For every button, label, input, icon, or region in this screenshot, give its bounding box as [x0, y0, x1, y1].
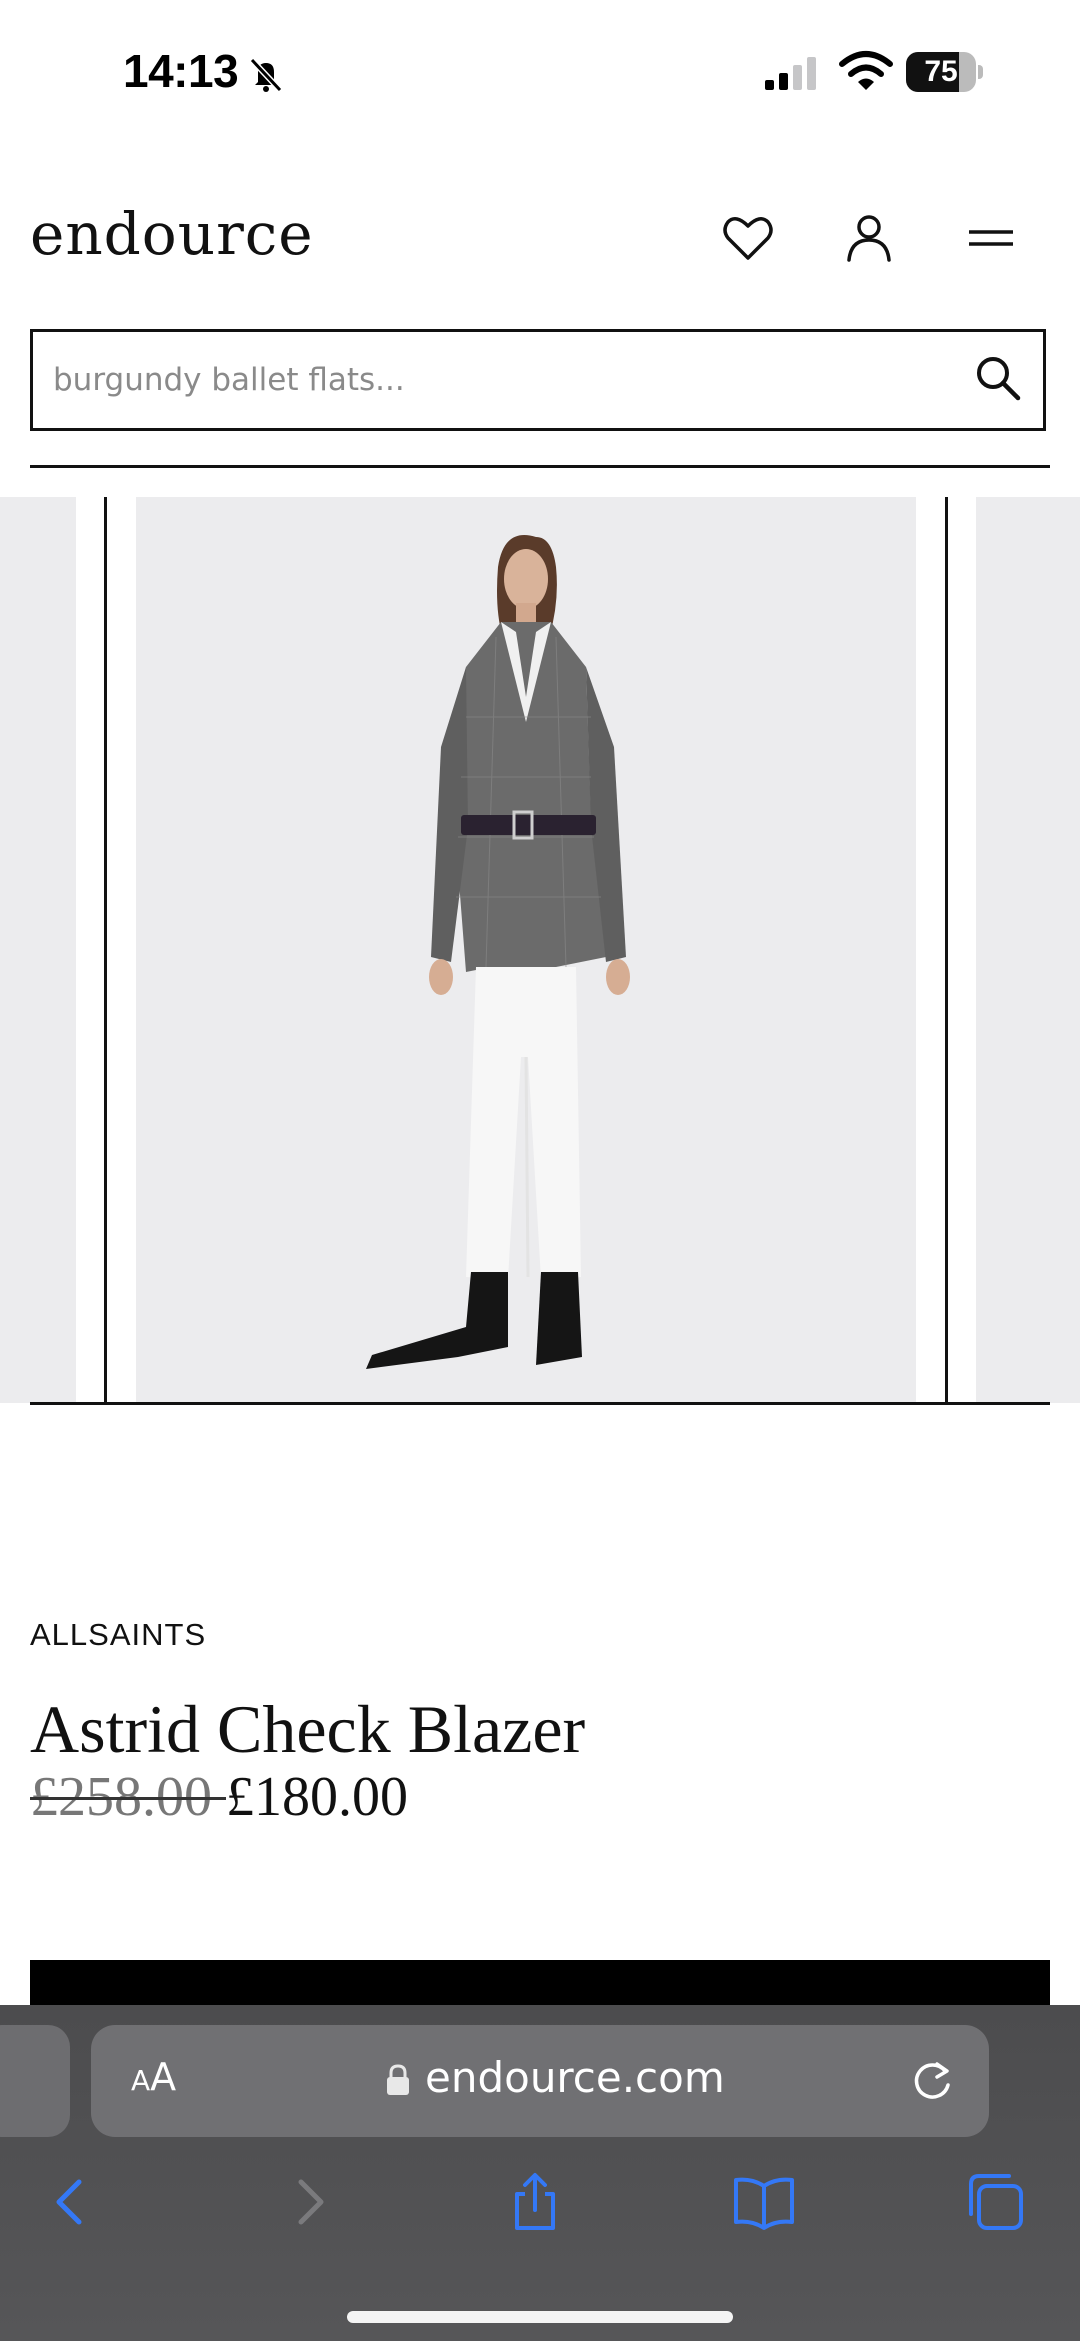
url-text[interactable]: endource.com — [425, 2053, 725, 2102]
site-logo[interactable]: endource — [30, 200, 314, 268]
previous-tab-peek[interactable] — [0, 2025, 70, 2137]
lock-icon — [387, 2064, 409, 2095]
header-divider — [30, 465, 1050, 468]
tabs-icon[interactable] — [963, 2170, 1027, 2234]
product-title: Astrid Check Blazer — [30, 1691, 586, 1767]
battery-percent: 75 — [924, 55, 958, 88]
battery-indicator: 75 — [906, 52, 983, 92]
model-figure-illustration — [366, 535, 630, 1369]
wishlist-heart-icon[interactable] — [720, 210, 776, 266]
search-input[interactable] — [53, 332, 953, 428]
account-icon[interactable] — [841, 210, 897, 266]
product-brand[interactable]: ALLSAINTS — [30, 1617, 206, 1653]
reload-icon[interactable] — [907, 2055, 957, 2105]
menu-icon[interactable] — [963, 210, 1019, 266]
slide-border — [104, 497, 107, 1403]
bookmarks-icon[interactable] — [732, 2170, 796, 2234]
previous-slide-peek[interactable] — [0, 497, 76, 1403]
slide-border — [945, 497, 948, 1403]
carousel-divider — [30, 1402, 1050, 1405]
sale-price: £180.00 — [226, 1766, 408, 1828]
wifi-icon — [839, 51, 893, 90]
home-indicator — [347, 2311, 733, 2323]
forward-icon — [298, 2179, 324, 2225]
text-size-button[interactable]: AA — [131, 2055, 176, 2099]
back-icon[interactable] — [41, 2170, 105, 2234]
product-image-carousel[interactable] — [0, 497, 1080, 1403]
original-price: £258.00 — [30, 1766, 226, 1828]
product-image[interactable] — [136, 497, 916, 1403]
add-to-bag-button[interactable] — [30, 1960, 1050, 2010]
share-icon[interactable] — [503, 2170, 567, 2234]
search-box — [30, 329, 1046, 431]
next-slide-peek[interactable] — [976, 497, 1080, 1403]
status-time: 14:13 — [123, 45, 239, 97]
price-row: £258.00 £180.00 — [30, 1765, 408, 1829]
bell-muted-icon — [249, 57, 283, 93]
search-icon[interactable] — [970, 350, 1026, 406]
cellular-signal-icon — [765, 57, 816, 90]
address-bar[interactable]: AA endource.com — [91, 2025, 989, 2137]
